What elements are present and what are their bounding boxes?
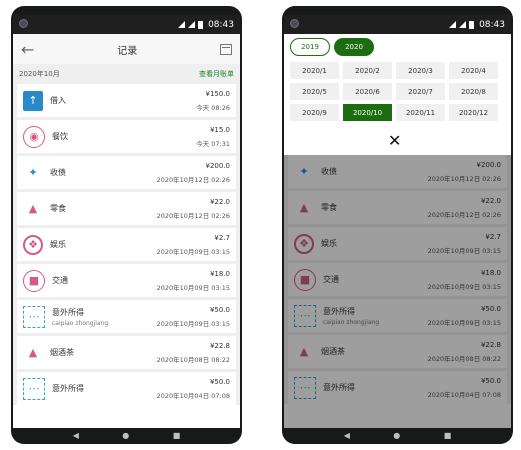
list-item[interactable]: ▲ 烟酒茶 ¥22.8 2020年10月08日 08:22 [17, 336, 236, 369]
month-button[interactable]: 2020/8 [449, 83, 498, 100]
back-nav-icon[interactable]: ◀ [73, 431, 79, 440]
wifi-icon [449, 21, 457, 28]
toolbar: ← 记录 [13, 34, 240, 64]
item-name: 意外所得 [52, 307, 84, 317]
item-time: 2020年10月12日 02:26 [156, 176, 230, 184]
month-button[interactable]: 2020/3 [396, 62, 445, 79]
year-button-2020[interactable]: 2020 [334, 38, 374, 56]
item-name: 烟酒茶 [50, 348, 74, 357]
recents-nav-icon[interactable]: ■ [173, 431, 181, 440]
arrow-up-icon: ↑ [23, 90, 43, 111]
lottery-icon: ⋯ [23, 377, 45, 400]
item-time: 今天 08:26 [196, 104, 230, 112]
snack-icon: ▲ [28, 202, 38, 215]
film-reel-icon: ❖ [23, 234, 43, 255]
item-time: 2020年10月08日 08:22 [156, 356, 230, 364]
month-grid: 2020/1 2020/2 2020/3 2020/4 2020/5 2020/… [284, 60, 511, 123]
records-screen: 08:43 ← 记录 2020年10月 查看月账单 ↑ 借入 ¥150.0 今天… [13, 15, 240, 428]
navigation-bar: ◀ ● ■ [282, 427, 513, 444]
item-note: caipiao zhongjiang [52, 319, 109, 327]
status-bar: 08:43 [13, 15, 240, 34]
recents-nav-icon[interactable]: ■ [444, 431, 452, 440]
month-button[interactable]: 2020/6 [343, 83, 392, 100]
battery-icon [469, 20, 475, 29]
signal-icon [459, 21, 467, 28]
year-selector: 2019 2020 [284, 34, 511, 60]
item-time: 今天 07:31 [196, 140, 230, 148]
item-amount: ¥200.0 [205, 162, 231, 170]
lottery-icon: ⋯ [23, 305, 45, 328]
status-time: 08:43 [479, 19, 505, 30]
bus-icon: ■ [23, 269, 45, 292]
phone-left: 08:43 ← 记录 2020年10月 查看月账单 ↑ 借入 ¥150.0 今天… [11, 6, 242, 444]
item-name: 借入 [50, 96, 66, 105]
home-nav-icon[interactable]: ● [122, 431, 129, 440]
page-title: 记录 [117, 45, 138, 57]
list-item[interactable]: ✦ 收债 ¥200.0 2020年10月12日 02:26 [17, 156, 236, 189]
year-button-2019[interactable]: 2019 [290, 38, 330, 56]
month-picker: 2019 2020 2020/1 2020/2 2020/3 2020/4 20… [284, 34, 511, 155]
month-button[interactable]: 2020/4 [449, 62, 498, 79]
month-label: 2020年10月 [19, 70, 60, 78]
list-item[interactable]: ↑ 借入 ¥150.0 今天 08:26 [17, 84, 236, 117]
back-nav-icon[interactable]: ◀ [344, 431, 350, 440]
drink-icon: ▲ [28, 346, 38, 359]
close-icon[interactable]: ✕ [388, 131, 401, 150]
month-button[interactable]: 2020/1 [290, 62, 339, 79]
view-monthly-bill-link[interactable]: 查看月账单 [199, 69, 234, 79]
item-time: 2020年10月09日 03:15 [156, 320, 230, 328]
camera-icon [19, 19, 28, 28]
month-button[interactable]: 2020/9 [290, 104, 339, 121]
item-amount: ¥15.0 [209, 126, 230, 134]
item-name: 餐饮 [52, 132, 68, 141]
phone-right: 08:43 ✦ 收债 ¥200.0 2020年10月12日 02:26 ▲ 零食… [282, 6, 513, 444]
money-hand-icon: ✦ [28, 166, 38, 179]
item-amount: ¥2.7 [214, 234, 230, 242]
item-amount: ¥50.0 [209, 306, 230, 314]
item-amount: ¥22.0 [209, 198, 230, 206]
item-amount: ¥50.0 [209, 378, 230, 386]
list-item[interactable]: ❖ 娱乐 ¥2.7 2020年10月09日 03:15 [17, 228, 236, 261]
month-button[interactable]: 2020/2 [343, 62, 392, 79]
list-item[interactable]: ⋯ 意外所得 ¥50.0 2020年10月04日 07:08 [17, 372, 236, 405]
battery-icon [198, 20, 204, 29]
list-item[interactable]: ▲ 零食 ¥22.0 2020年10月12日 02:26 [17, 192, 236, 225]
item-amount: ¥150.0 [205, 90, 231, 98]
list-item[interactable]: ⋯ 意外所得 caipiao zhongjiang ¥50.0 2020年10月… [17, 300, 236, 333]
navigation-bar: ◀ ● ■ [11, 427, 242, 444]
camera-icon [290, 19, 299, 28]
status-bar: 08:43 [284, 15, 511, 34]
month-bar: 2020年10月 查看月账单 [13, 64, 240, 84]
status-time: 08:43 [208, 19, 234, 30]
month-button[interactable]: 2020/5 [290, 83, 339, 100]
item-time: 2020年10月09日 03:15 [156, 284, 230, 292]
month-picker-screen: 08:43 ✦ 收债 ¥200.0 2020年10月12日 02:26 ▲ 零食… [284, 15, 511, 428]
signal-icon [188, 21, 196, 28]
dining-icon: ◉ [23, 125, 45, 148]
item-name: 意外所得 [52, 384, 84, 393]
item-name: 零食 [50, 204, 66, 213]
item-name: 收债 [50, 168, 66, 177]
list-item[interactable]: ■ 交通 ¥18.0 2020年10月09日 03:15 [17, 264, 236, 297]
list-item[interactable]: ◉ 餐饮 ¥15.0 今天 07:31 [17, 120, 236, 153]
month-button[interactable]: 2020/7 [396, 83, 445, 100]
wifi-icon [178, 21, 186, 28]
month-button[interactable]: 2020/12 [449, 104, 498, 121]
records-list: ↑ 借入 ¥150.0 今天 08:26 ◉ 餐饮 ¥15.0 今天 07:31… [13, 84, 240, 405]
item-amount: ¥22.8 [209, 342, 230, 350]
status-icons [449, 20, 475, 29]
item-time: 2020年10月04日 07:08 [156, 392, 230, 400]
home-nav-icon[interactable]: ● [393, 431, 400, 440]
item-name: 交通 [52, 276, 68, 285]
item-name: 娱乐 [50, 240, 66, 249]
item-time: 2020年10月09日 03:15 [156, 248, 230, 256]
month-button[interactable]: 2020/11 [396, 104, 445, 121]
back-arrow-icon[interactable]: ← [21, 40, 34, 59]
item-time: 2020年10月12日 02:26 [156, 212, 230, 220]
status-icons [178, 20, 204, 29]
item-amount: ¥18.0 [209, 270, 230, 278]
calendar-icon[interactable] [220, 43, 232, 55]
month-button-selected[interactable]: 2020/10 [343, 104, 392, 121]
